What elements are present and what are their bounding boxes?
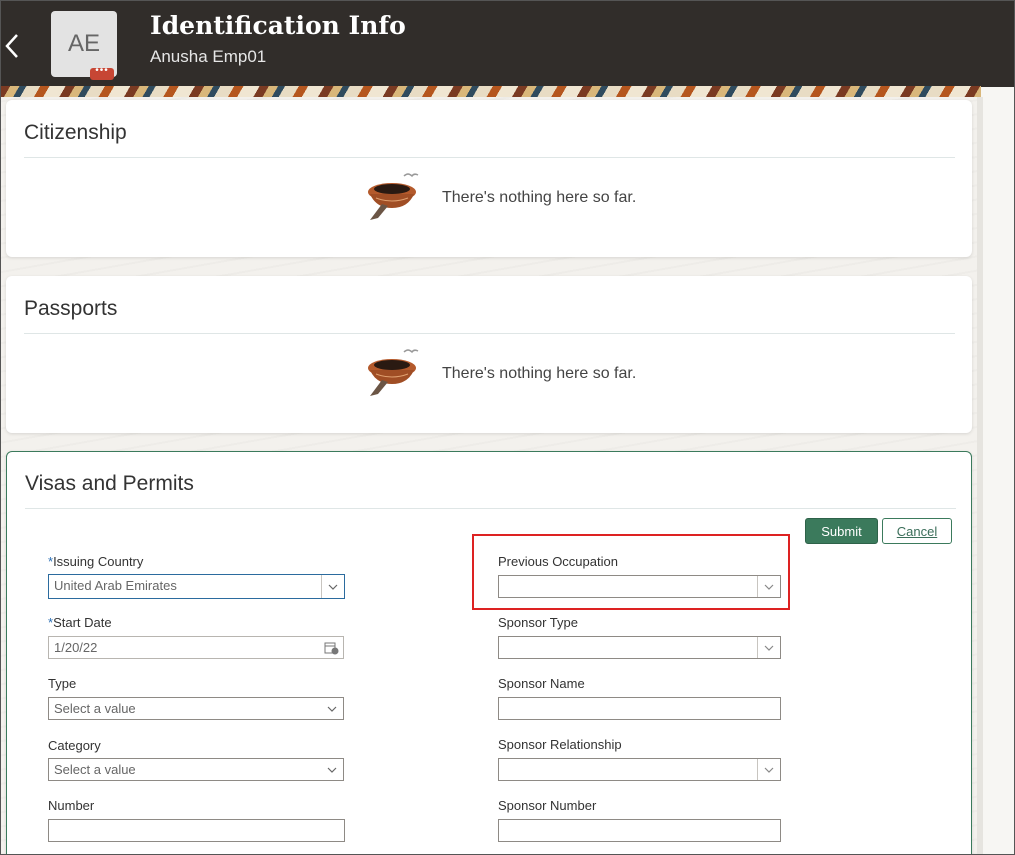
chevron-down-icon [328,584,338,590]
passports-title: Passports [24,297,118,320]
category-select[interactable]: Select a value [48,758,344,781]
cancel-label: Cancel [896,523,938,539]
chevron-down-icon [327,706,337,712]
empty-state-text: There's nothing here so far. [442,189,637,206]
start-date-input[interactable]: 1/20/22 [48,636,344,659]
back-button[interactable] [3,31,23,61]
issuing-country-select[interactable]: United Arab Emirates [48,574,345,599]
type-select[interactable]: Select a value [48,697,344,720]
scrollbar-thumb[interactable] [977,97,983,854]
sponsor-number-label: Sponsor Number [498,798,597,813]
more-options-badge[interactable]: ••• [90,65,114,80]
issuing-country-label-text: Issuing Country [53,554,144,569]
passports-section: Passports There's nothing here so far. [6,276,972,433]
sponsor-number-input[interactable] [498,819,781,842]
dropdown-button[interactable] [321,759,343,780]
scrollbar-track[interactable] [981,87,1014,854]
chevron-down-icon [327,767,337,773]
type-label: Type [48,676,77,691]
issuing-country-value: United Arab Emirates [54,578,177,593]
category-label: Category [48,738,101,753]
empty-state-text: There's nothing here so far. [442,365,637,382]
sponsor-type-label: Sponsor Type [498,615,578,630]
avatar[interactable]: AE ••• [51,11,117,80]
chevron-down-icon [764,645,774,651]
citizenship-section: Citizenship There's nothing here so far. [6,100,972,257]
divider [25,508,956,509]
dropdown-button[interactable] [757,759,780,780]
start-date-value: 1/20/22 [54,640,98,655]
ellipsis-icon: ••• [95,65,109,76]
number-label: Number [48,798,95,813]
citizenship-title: Citizenship [24,121,127,144]
sponsor-type-select[interactable] [498,636,781,659]
page-header: AE ••• Identification Info Anusha Emp01 [1,1,1014,87]
type-placeholder: Select a value [54,701,136,716]
dropdown-button[interactable] [321,575,344,598]
number-input[interactable] [48,819,345,842]
sponsor-name-label: Sponsor Name [498,676,585,691]
submit-label: Submit [821,523,862,539]
divider [24,333,955,334]
empty-nest-icon [368,349,419,396]
chevron-left-icon [5,34,18,58]
sponsor-relationship-label: Sponsor Relationship [498,737,622,752]
page-frame: AE ••• Identification Info Anusha Emp01 … [0,0,1015,855]
submit-button[interactable]: Submit [805,518,878,544]
empty-nest-icon [368,173,419,220]
avatar-initials: AE [67,30,100,57]
page-subtitle: Anusha Emp01 [150,47,267,66]
citizenship-empty-state: There's nothing here so far. [364,170,636,226]
start-date-label: *Start Date [48,615,112,630]
sponsor-name-input[interactable] [498,697,781,720]
sponsor-relationship-select[interactable] [498,758,781,781]
calendar-icon [324,642,339,654]
chevron-down-icon [764,767,774,773]
passports-empty-state: There's nothing here so far. [364,346,636,402]
divider [24,157,955,158]
cancel-button[interactable]: Cancel [882,518,952,544]
visas-permits-title: Visas and Permits [25,472,194,495]
dropdown-button[interactable] [757,637,780,658]
dropdown-button[interactable] [321,698,343,719]
issuing-country-label: *Issuing Country [48,554,143,569]
calendar-button[interactable] [321,637,343,658]
highlight-box [472,534,790,610]
category-placeholder: Select a value [54,762,136,777]
decorative-banner [1,86,981,97]
page-title: Identification Info [150,11,406,40]
start-date-label-text: Start Date [53,615,112,630]
